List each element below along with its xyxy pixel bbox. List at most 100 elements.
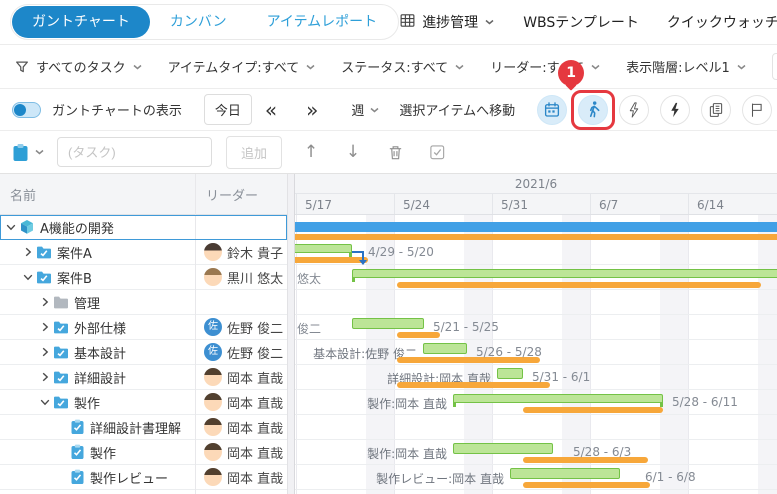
annotation-badge: 1	[558, 60, 584, 86]
week-divider	[394, 194, 395, 214]
tree-expand-expand-icon[interactable]	[38, 321, 52, 333]
gantt-bar-green[interactable]	[510, 468, 620, 479]
task-row-leader[interactable]: 岡本 直哉	[196, 415, 287, 440]
gantt-row[interactable]: 悠太	[295, 265, 777, 290]
task-row-leader[interactable]: 佐佐野 俊二	[196, 340, 287, 365]
filter-input[interactable]	[772, 53, 777, 80]
item-type-selector[interactable]	[12, 143, 45, 162]
task-row-name[interactable]: 製作	[0, 390, 195, 415]
gantt-bar-orange	[523, 407, 663, 413]
task-row-leader[interactable]: 岡本 直哉	[196, 365, 287, 390]
gantt-summary-bar-blue[interactable]	[295, 222, 777, 232]
gantt-row[interactable]: 4/29 - 5/20	[295, 240, 777, 265]
tab-kanban[interactable]: カンバン	[150, 6, 247, 38]
next-period-button[interactable]: »	[306, 98, 332, 122]
tree-expand-collapse-icon[interactable]	[38, 396, 52, 408]
task-row-name[interactable]: 製作	[0, 440, 195, 465]
gantt-display-toggle[interactable]	[12, 102, 41, 118]
display-level-dropdown[interactable]: 表示階層:レベル1	[626, 57, 747, 76]
delete-button[interactable]	[382, 139, 408, 165]
task-row-leader[interactable]: 佐佐野 俊二	[196, 315, 287, 340]
tab-item-report[interactable]: アイテムレポート	[247, 6, 398, 38]
column-splitter[interactable]	[287, 174, 295, 494]
move-to-selected-item-button[interactable]: 選択アイテムへ移動	[399, 100, 515, 119]
task-row-leader[interactable]: 岡本 直哉	[196, 440, 287, 465]
task-row-leader[interactable]: 岡本 直哉	[196, 390, 287, 415]
check-select-button[interactable]	[424, 139, 450, 165]
gantt-bar-green[interactable]	[352, 269, 777, 278]
gantt-bar-green[interactable]	[453, 394, 663, 403]
task-name-label: 案件B	[57, 268, 92, 287]
task-name-label: 案件A	[57, 243, 92, 262]
status-dropdown[interactable]: ステータス:すべて	[341, 57, 465, 76]
tree-expand-expand-icon[interactable]	[21, 246, 35, 258]
task-row-name[interactable]: A機能の開発	[0, 215, 195, 240]
top-nav: 進捗管理 WBSテンプレート クイックウォッチ	[399, 12, 777, 33]
task-row-name[interactable]: 案件A	[0, 240, 195, 265]
gantt-task-label: 製作:岡本 直哉	[295, 445, 447, 462]
prev-period-button[interactable]: «	[265, 98, 291, 122]
tree-expand-expand-icon[interactable]	[38, 346, 52, 358]
bolt-filled-icon	[666, 101, 684, 119]
clipboard-icon	[70, 469, 85, 485]
walker-button[interactable]	[578, 95, 608, 125]
progress-management-menu[interactable]: 進捗管理	[399, 12, 495, 33]
gantt-row[interactable]	[295, 290, 777, 315]
folder-icon	[36, 270, 52, 284]
calendar-button[interactable]	[537, 95, 567, 125]
chevron-down-icon	[590, 63, 601, 71]
task-row-leader[interactable]	[196, 215, 287, 240]
gantt-row[interactable]: 製作:岡本 直哉5/28 - 6/11	[295, 390, 777, 415]
item-type-dropdown[interactable]: アイテムタイプ:すべて	[168, 57, 317, 76]
leader-dropdown[interactable]: リーダー:すべて	[490, 57, 601, 76]
task-row-leader[interactable]: 鈴木 貴子	[196, 240, 287, 265]
timeline-date-label: 5/17	[305, 198, 332, 212]
gantt-row[interactable]: 製作レビュー:岡本 直哉6/1 - 6/8	[295, 465, 777, 490]
wbs-template-link[interactable]: WBSテンプレート	[523, 12, 639, 32]
task-row-leader[interactable]: 黒川 悠太	[196, 265, 287, 290]
gantt-bar-green[interactable]	[497, 368, 523, 379]
tree-expand-expand-icon[interactable]	[38, 296, 52, 308]
copy-pages-button[interactable]	[701, 95, 731, 125]
gantt-row[interactable]: 俊二5/21 - 5/25	[295, 315, 777, 340]
tree-expand-collapse-icon[interactable]	[21, 271, 35, 283]
gantt-bar-green[interactable]	[352, 318, 424, 329]
move-down-button[interactable]: ↓	[340, 139, 366, 165]
tree-expand-expand-icon[interactable]	[38, 371, 52, 383]
tab-gantt-chart[interactable]: ガントチャート	[12, 6, 150, 38]
task-row-name[interactable]: 製作レビュー	[0, 465, 195, 490]
tree-expand-collapse-icon[interactable]	[4, 221, 18, 233]
move-up-button[interactable]: ↑	[298, 139, 324, 165]
task-row-leader[interactable]	[196, 290, 287, 315]
timeline-date-label: 5/24	[403, 198, 430, 212]
leader-avatar	[204, 393, 222, 411]
task-row-name[interactable]: 詳細設計	[0, 365, 195, 390]
gantt-row[interactable]: 詳細設計:岡本 直哉5/31 - 6/1	[295, 365, 777, 390]
bolt-filled-button[interactable]	[660, 95, 690, 125]
gantt-row[interactable]: 製作:岡本 直哉5/28 - 6/3	[295, 440, 777, 465]
new-task-input[interactable]	[57, 137, 212, 167]
task-row-name[interactable]: 詳細設計書理解	[0, 415, 195, 440]
gantt-bar-green[interactable]	[453, 443, 553, 454]
gantt-row[interactable]	[295, 215, 777, 240]
task-row-name[interactable]: 管理	[0, 290, 195, 315]
task-row-name[interactable]: 外部仕様	[0, 315, 195, 340]
flag-button[interactable]	[742, 95, 772, 125]
gantt-row[interactable]: 基本設計:佐野 俊二5/26 - 5/28	[295, 340, 777, 365]
task-row-name[interactable]: 基本設計	[0, 340, 195, 365]
quickwatch-link[interactable]: クイックウォッチ	[667, 12, 777, 32]
task-filter-dropdown[interactable]: すべてのタスク	[14, 57, 143, 76]
gantt-bar-green[interactable]	[295, 244, 352, 253]
pages-icon	[707, 101, 725, 119]
cube-icon	[19, 219, 35, 235]
add-button[interactable]: 追加	[226, 136, 282, 169]
zoom-unit-dropdown[interactable]: 週	[351, 100, 380, 119]
gantt-row[interactable]	[295, 415, 777, 440]
folder-gray-icon	[53, 295, 69, 309]
chevron-down-icon	[34, 148, 45, 156]
task-row-name[interactable]: 案件B	[0, 265, 195, 290]
gantt-bar-green[interactable]	[423, 343, 467, 354]
bolt-outline-button[interactable]	[619, 95, 649, 125]
task-row-leader[interactable]: 岡本 直哉	[196, 465, 287, 490]
today-button[interactable]: 今日	[204, 94, 252, 125]
